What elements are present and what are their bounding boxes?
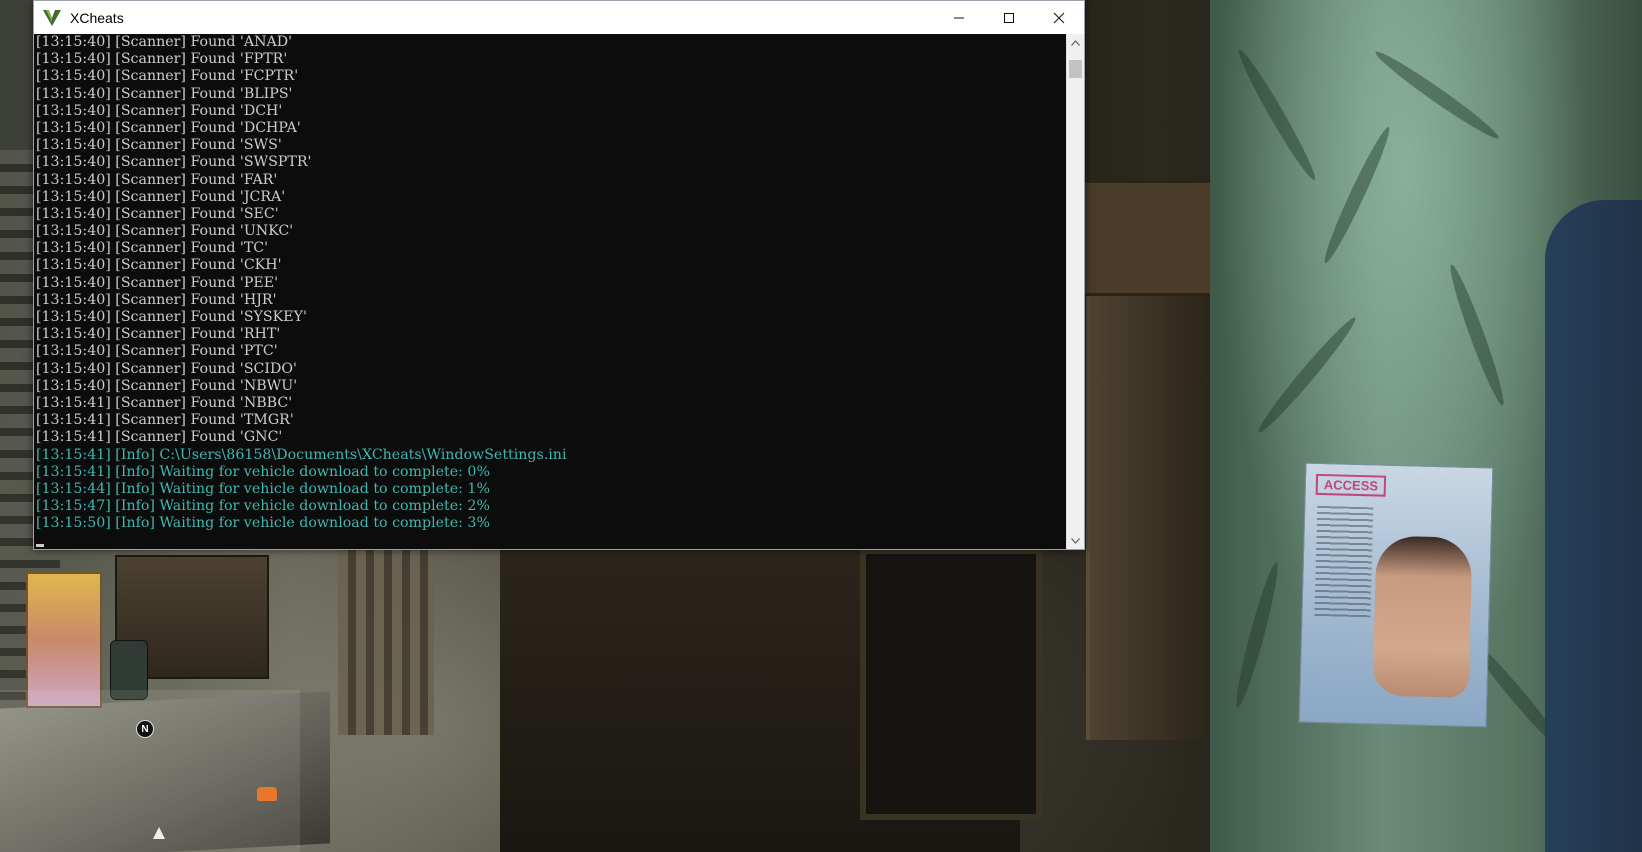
v-logo-icon xyxy=(41,7,63,29)
minimize-button[interactable] xyxy=(934,1,984,34)
vertical-scrollbar[interactable] xyxy=(1066,34,1084,549)
log-line: [13:15:40] [Scanner] Found 'RHT' xyxy=(36,326,281,343)
log-line: [13:15:41] [Info] Waiting for vehicle do… xyxy=(36,463,490,480)
log-line: [13:15:40] [Scanner] Found 'DCHPA' xyxy=(36,119,301,136)
log-line: [13:15:40] [Scanner] Found 'TC' xyxy=(36,240,269,257)
log-line: [13:15:40] [Scanner] Found 'FAR' xyxy=(36,171,278,188)
poster-title: ACCESS xyxy=(1315,473,1387,497)
log-lines: [13:15:40] [Scanner] Found 'ANAD' [13:15:… xyxy=(34,34,1067,532)
log-line: [13:15:40] [Scanner] Found 'SEC' xyxy=(36,205,279,222)
minimap xyxy=(0,690,300,852)
upper-cabinet xyxy=(1082,180,1218,296)
scroll-up-button[interactable] xyxy=(1067,34,1084,51)
log-line: [13:15:40] [Scanner] Found 'BLIPS' xyxy=(36,85,293,102)
scroll-thumb[interactable] xyxy=(1069,60,1082,78)
compass-north-icon: N xyxy=(136,720,154,738)
arrow-up-icon xyxy=(1071,39,1080,46)
title-bar[interactable]: XCheats xyxy=(34,1,1084,34)
close-icon xyxy=(1053,12,1065,23)
maximize-icon xyxy=(1004,12,1014,23)
poster-text-block xyxy=(1314,505,1374,618)
log-line: [13:15:40] [Scanner] Found 'PEE' xyxy=(36,274,278,291)
plaid-curtain xyxy=(338,550,434,735)
log-line: [13:15:41] [Scanner] Found 'GNC' xyxy=(36,429,283,446)
maximize-button[interactable] xyxy=(984,1,1034,34)
window-title: XCheats xyxy=(70,9,124,26)
blue-door xyxy=(1545,200,1642,852)
log-line: [13:15:50] [Info] Waiting for vehicle do… xyxy=(36,515,490,532)
window-controls xyxy=(934,1,1084,34)
text-cursor xyxy=(36,544,44,547)
log-line: [13:15:40] [Scanner] Found 'SWSPTR' xyxy=(36,154,312,171)
log-line: [13:15:40] [Scanner] Found 'FPTR' xyxy=(36,51,288,68)
log-line: [13:15:41] [Scanner] Found 'NBBC' xyxy=(36,394,293,411)
console-output[interactable]: [13:15:40] [Scanner] Found 'ANAD' [13:15:… xyxy=(34,34,1067,549)
close-button[interactable] xyxy=(1034,1,1084,34)
log-line: [13:15:40] [Scanner] Found 'SCIDO' xyxy=(36,360,297,377)
vehicle-blip-icon xyxy=(257,787,277,801)
scroll-down-button[interactable] xyxy=(1067,532,1084,549)
log-line: [13:15:44] [Info] Waiting for vehicle do… xyxy=(36,480,490,497)
player-arrow-icon xyxy=(153,827,165,839)
arrow-down-icon xyxy=(1071,537,1080,544)
log-line: [13:15:41] [Scanner] Found 'TMGR' xyxy=(36,412,294,429)
log-line: [13:15:40] [Scanner] Found 'UNKC' xyxy=(36,223,294,240)
log-line: [13:15:47] [Info] Waiting for vehicle do… xyxy=(36,498,490,515)
log-line: [13:15:40] [Scanner] Found 'ANAD' xyxy=(36,34,293,50)
log-line: [13:15:41] [Info] C:\Users\86158\Documen… xyxy=(36,446,567,463)
log-line: [13:15:40] [Scanner] Found 'CKH' xyxy=(36,257,282,274)
log-line: [13:15:40] [Scanner] Found 'JCRA' xyxy=(36,188,286,205)
log-line: [13:15:40] [Scanner] Found 'PTC' xyxy=(36,343,278,360)
poster-figure xyxy=(1372,535,1473,698)
log-line: [13:15:40] [Scanner] Found 'SYSKEY' xyxy=(36,309,307,325)
log-line: [13:15:40] [Scanner] Found 'HJR' xyxy=(36,291,277,308)
log-line: [13:15:40] [Scanner] Found 'SWS' xyxy=(36,137,282,154)
minimize-icon xyxy=(954,17,964,18)
cereal-box xyxy=(26,572,102,708)
wall-poster: ACCESS xyxy=(1298,462,1494,728)
log-line: [13:15:40] [Scanner] Found 'FCPTR' xyxy=(36,68,299,85)
back-door xyxy=(860,548,1042,820)
log-line: [13:15:40] [Scanner] Found 'DCH' xyxy=(36,102,283,119)
log-line: [13:15:40] [Scanner] Found 'NBWU' xyxy=(36,377,298,394)
console-window[interactable]: XCheats [13:15:40] [Scanner] Found 'ANAD… xyxy=(33,0,1085,550)
